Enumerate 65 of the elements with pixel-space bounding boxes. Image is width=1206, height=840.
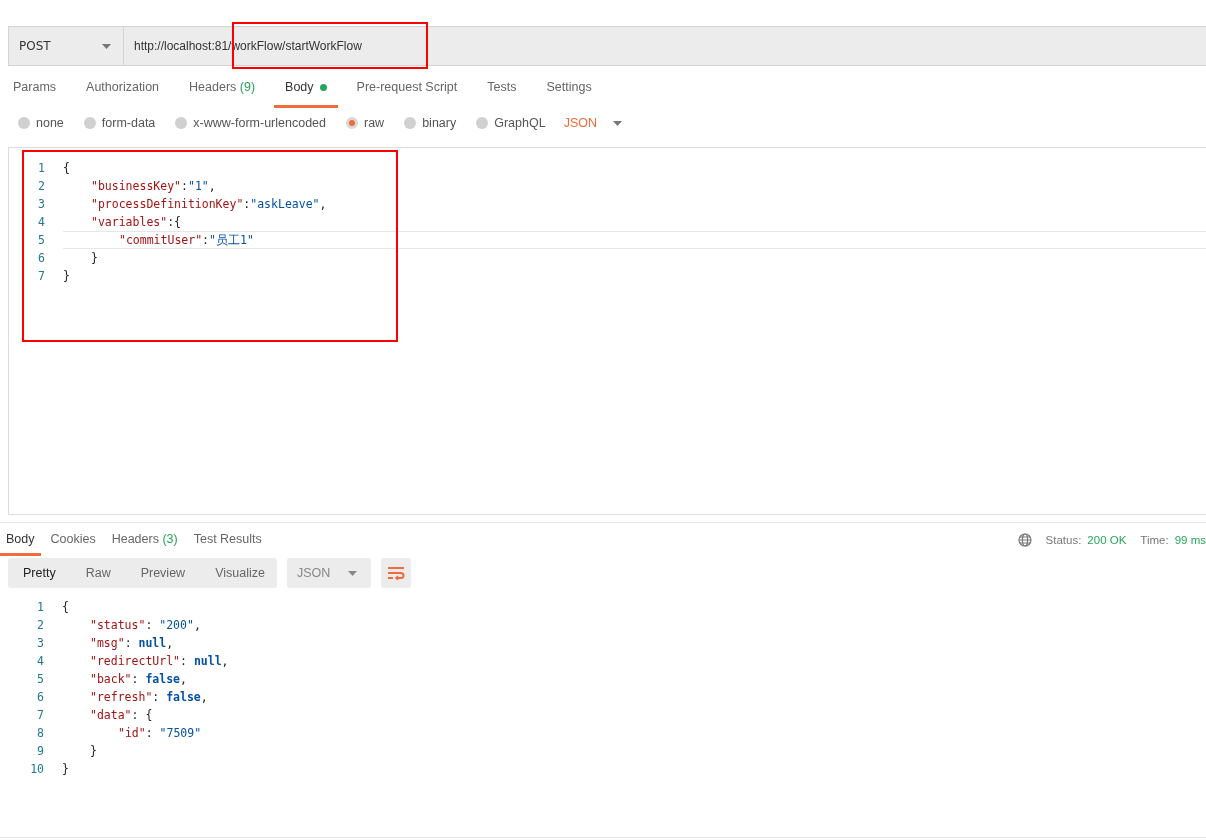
code-line: } [62,761,70,778]
line-number: 6 [36,689,44,706]
code-line: } [63,268,71,285]
code-line: "variables":{ [90,214,183,231]
status-label: Status: [1045,533,1082,546]
code-line: "processDefinitionKey":"askLeave", [90,196,328,213]
code-line: } [90,250,99,267]
time-value: 99 ms [1174,533,1206,546]
code-line: "redirectUrl": null, [89,653,230,670]
request-tab[interactable]: Tests [476,66,528,108]
format-dropdown[interactable]: JSON [287,558,372,588]
caret-icon [348,570,358,576]
line-number: 1 [37,160,45,177]
code-line: { [63,160,71,177]
body-type-radio[interactable]: raw [346,116,385,130]
wrap-lines-button[interactable] [381,558,412,588]
line-number: 4 [36,653,44,670]
wrap-lines-icon [387,566,406,580]
request-tab[interactable]: Params [2,66,68,108]
code-line: } [89,743,98,760]
body-type-radio[interactable]: binary [404,116,457,130]
line-number: 3 [36,635,44,652]
request-tab[interactable]: Body [274,66,338,108]
caret-icon [612,120,622,126]
view-mode-button[interactable]: Preview [125,558,201,588]
body-type-radio[interactable]: GraphQL [476,116,546,130]
line-number: 10 [29,761,44,778]
view-mode-button[interactable]: Raw [70,558,126,588]
time-label: Time: [1140,533,1169,546]
response-tab[interactable]: Headers (3) [105,523,184,556]
response-tab[interactable]: Cookies [44,523,102,556]
body-type-radio[interactable]: x-www-form-urlencoded [175,116,326,130]
request-tab[interactable]: Settings [535,66,603,108]
line-number: 2 [37,178,45,195]
line-number: 4 [37,214,45,231]
line-number: 2 [36,617,44,634]
line-number: 7 [36,707,44,724]
request-tab[interactable]: Authorization [75,66,171,108]
line-number: 8 [36,725,44,742]
code-line: "refresh": false, [89,689,209,706]
line-number: 1 [36,599,44,616]
body-type-radio[interactable]: none [18,116,64,130]
request-tab[interactable]: Headers (9) [178,66,267,108]
code-line: "msg": null, [89,635,175,652]
response-tab[interactable]: Test Results [187,523,268,556]
code-line: "data": { [89,707,154,724]
code-line: { [62,599,70,616]
code-line: "commitUser":"员工1" [63,231,1206,249]
line-number: 3 [37,196,45,213]
code-line: "status": "200", [89,617,202,634]
line-number: 5 [36,671,44,688]
code-line: "back": false, [89,671,188,688]
line-number: 5 [37,232,45,249]
code-line: "businessKey":"1", [90,178,217,195]
line-number: 9 [36,743,44,760]
globe-icon[interactable] [1017,532,1032,547]
view-mode-button[interactable]: Visualize [200,558,280,588]
body-type-radio[interactable]: form-data [83,116,156,130]
view-mode-button[interactable]: Pretty [8,558,71,588]
code-line: "id": "7509" [117,725,203,742]
line-number: 6 [37,250,45,267]
status-value: 200 OK [1087,533,1127,546]
line-number: 7 [37,268,45,285]
request-tab[interactable]: Pre-request Script [345,66,469,108]
code-editor[interactable]: 1 { 2 "businessKey":"1", 3 "processDefinitionKey":"askLeave", 4 "variables":{ 5 "commitUser":"员工1" 6 } 7 } [8,147,1206,515]
